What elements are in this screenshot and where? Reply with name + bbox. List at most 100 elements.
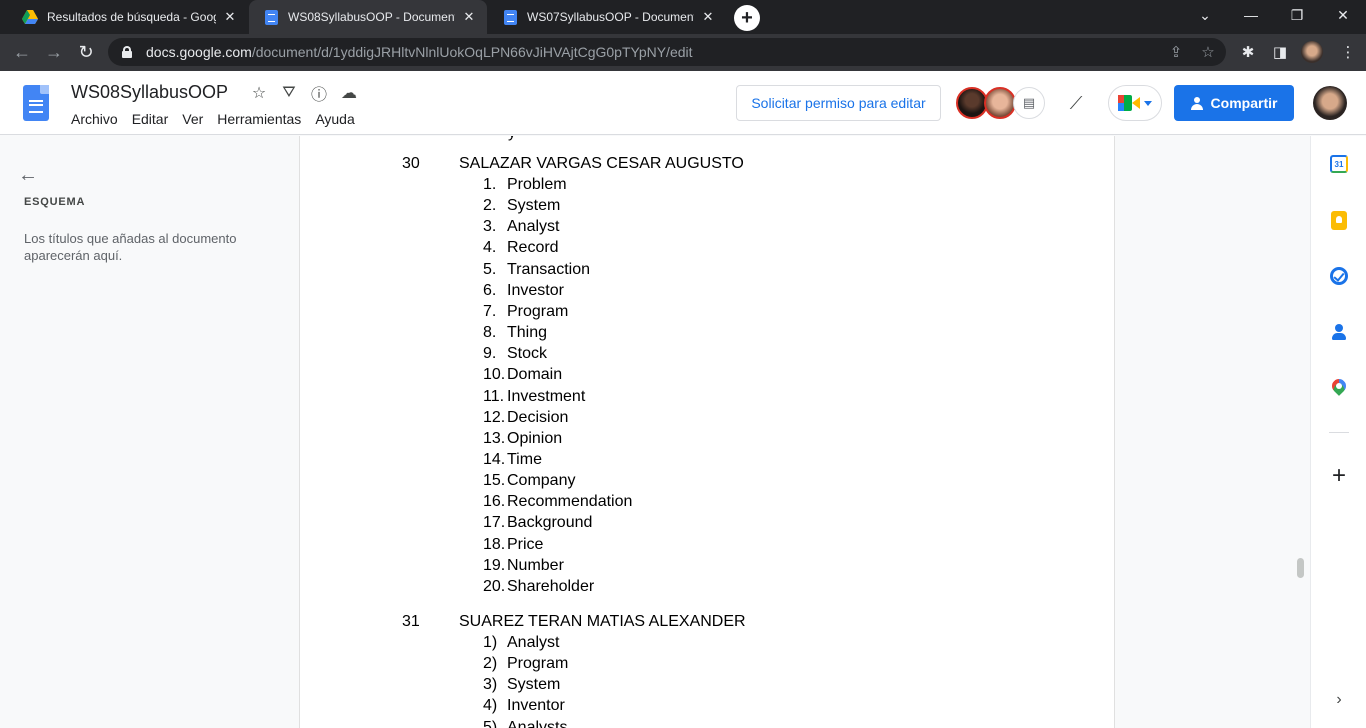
list-item-text: Shareholder bbox=[507, 577, 595, 595]
list-marker: 4) bbox=[483, 697, 498, 715]
list-item: 3) System bbox=[483, 676, 783, 697]
list-marker: 19. bbox=[483, 556, 506, 574]
student-name: SUAREZ TERAN MATIAS ALEXANDER bbox=[459, 613, 746, 630]
list-marker: 10. bbox=[483, 366, 506, 384]
list-item: 8. Thing bbox=[483, 324, 783, 345]
extensions-icon[interactable]: ✱ bbox=[1234, 38, 1262, 66]
address-bar[interactable]: docs.google.com/document/d/1yddigJRHltvN… bbox=[108, 38, 1226, 66]
list-marker: 3. bbox=[483, 218, 497, 236]
close-outline-arrow-icon[interactable]: ← bbox=[18, 164, 38, 187]
list-marker: 7. bbox=[483, 302, 497, 320]
forward-button[interactable]: → bbox=[40, 38, 68, 66]
google-docs-logo-icon[interactable] bbox=[23, 85, 49, 121]
list-item: 14. Time bbox=[483, 451, 783, 472]
back-button[interactable]: ← bbox=[8, 38, 36, 66]
expand-panel-chevron-icon[interactable]: › bbox=[1329, 690, 1349, 710]
browser-menu-icon[interactable]: ⋮ bbox=[1334, 38, 1362, 66]
menu-ver[interactable]: Ver bbox=[182, 111, 203, 127]
person-icon bbox=[1190, 96, 1203, 110]
share-page-icon[interactable]: ⇪ bbox=[1162, 38, 1190, 66]
list-marker: 6. bbox=[483, 281, 497, 299]
close-tab-icon[interactable]: ✕ bbox=[700, 9, 716, 25]
close-tab-icon[interactable]: ✕ bbox=[461, 9, 477, 25]
tab-ws07-document[interactable]: WS07SyllabusOOP - Documentos de Google ✕ bbox=[488, 0, 726, 34]
side-panel-icon[interactable]: ◨ bbox=[1266, 38, 1294, 66]
docs-header: WS08SyllabusOOP ☆ ⛛ ⓘ ☁ Archivo Editar V… bbox=[0, 71, 1366, 135]
new-tab-button[interactable]: + bbox=[734, 5, 760, 31]
list-marker: 16. bbox=[483, 493, 506, 511]
list-marker: 1) bbox=[483, 634, 498, 651]
restore-button[interactable]: ❐ bbox=[1274, 0, 1320, 30]
entry-number: 30 bbox=[402, 155, 420, 172]
list-item-text: Analysts bbox=[507, 718, 568, 728]
cloud-status-icon[interactable]: ☁ bbox=[334, 83, 364, 103]
drive-add-icon[interactable]: ⛛ bbox=[274, 83, 304, 103]
list-marker: 1. bbox=[483, 176, 497, 193]
menu-archivo[interactable]: Archivo bbox=[71, 111, 118, 127]
comments-icon[interactable]: ▤ bbox=[1013, 87, 1045, 119]
url-text: docs.google.com/document/d/1yddigJRHltvN… bbox=[146, 44, 693, 60]
bookmark-star-icon[interactable]: ☆ bbox=[1194, 38, 1222, 66]
vertical-scrollbar-thumb[interactable] bbox=[1297, 558, 1304, 578]
list-item-text: System bbox=[507, 197, 561, 215]
list-item-text: Background bbox=[507, 514, 593, 532]
account-avatar[interactable] bbox=[1313, 86, 1347, 120]
menu-editar[interactable]: Editar bbox=[132, 111, 169, 127]
star-icon[interactable]: ☆ bbox=[244, 83, 274, 103]
browser-tab-strip: Resultados de búsqueda - Google Drive ✕ … bbox=[0, 0, 1366, 34]
share-button[interactable]: Compartir bbox=[1174, 85, 1294, 121]
request-edit-button[interactable]: Solicitar permiso para editar bbox=[736, 85, 941, 121]
list-marker: 4. bbox=[483, 239, 497, 257]
list-item-text: Decision bbox=[507, 408, 569, 426]
tab-title: Resultados de búsqueda - Google Drive bbox=[47, 10, 216, 24]
list-marker: 18. bbox=[483, 535, 506, 553]
menu-bar: Archivo Editar Ver Herramientas Ayuda bbox=[71, 111, 369, 127]
list-marker: 5. bbox=[483, 260, 497, 278]
info-icon[interactable]: ⓘ bbox=[304, 83, 334, 104]
document-page[interactable]: y 30 SALAZAR VARGAS CESAR AUGUSTO 1. Proble… bbox=[299, 136, 1115, 728]
lock-icon[interactable] bbox=[122, 46, 132, 58]
profile-avatar[interactable] bbox=[1298, 38, 1326, 66]
list-item: 15. Company bbox=[483, 472, 783, 493]
list-marker: 3) bbox=[483, 676, 498, 694]
minimize-button[interactable]: — bbox=[1228, 0, 1274, 30]
list-item: 18. Price bbox=[483, 536, 783, 557]
keep-icon[interactable] bbox=[1329, 210, 1349, 230]
list-marker: 11. bbox=[483, 387, 505, 405]
list-item-text: Transaction bbox=[507, 260, 590, 278]
tab-ws08-document[interactable]: WS08SyllabusOOP - Documentos de Google ✕ bbox=[249, 0, 487, 34]
collaborator-avatar[interactable] bbox=[984, 87, 1016, 119]
close-window-button[interactable]: ✕ bbox=[1320, 0, 1366, 30]
maps-icon[interactable] bbox=[1329, 378, 1349, 398]
student-name: SALAZAR VARGAS CESAR AUGUSTO bbox=[459, 155, 744, 172]
activity-trend-icon[interactable]: ⟋ bbox=[1062, 91, 1090, 115]
document-title[interactable]: WS08SyllabusOOP bbox=[71, 82, 228, 103]
reload-button[interactable]: ↻ bbox=[72, 38, 100, 66]
list-item: 3. Analyst bbox=[483, 218, 783, 239]
list-item: 1) Analyst bbox=[483, 634, 783, 655]
list-marker: 8. bbox=[483, 324, 497, 342]
meet-button[interactable] bbox=[1108, 85, 1162, 121]
caret-down-icon bbox=[1144, 100, 1152, 106]
list-marker: 2) bbox=[483, 655, 498, 673]
list-marker: 2. bbox=[483, 197, 497, 215]
calendar-icon[interactable]: 31 bbox=[1329, 154, 1349, 174]
entry-number: 31 bbox=[402, 613, 420, 630]
list-item: 2. System bbox=[483, 197, 783, 218]
list-marker: 5) bbox=[483, 718, 498, 728]
add-addon-plus-icon[interactable]: + bbox=[1329, 462, 1349, 489]
list-item-text: Company bbox=[507, 472, 576, 490]
list-item: 20. Shareholder bbox=[483, 578, 783, 599]
tasks-icon[interactable] bbox=[1329, 266, 1349, 286]
outline-heading: ESQUEMA bbox=[24, 196, 86, 208]
close-tab-icon[interactable]: ✕ bbox=[222, 9, 238, 25]
list-item: 19. Number bbox=[483, 557, 783, 578]
menu-ayuda[interactable]: Ayuda bbox=[315, 111, 354, 127]
list-item-text: Stock bbox=[507, 345, 548, 363]
tab-search-chevron-icon[interactable]: ⌄ bbox=[1182, 0, 1228, 30]
list-item-text: Analyst bbox=[507, 218, 560, 236]
contacts-icon[interactable] bbox=[1329, 322, 1349, 342]
menu-herramientas[interactable]: Herramientas bbox=[217, 111, 301, 127]
tab-drive-search[interactable]: Resultados de búsqueda - Google Drive ✕ bbox=[8, 0, 248, 34]
list-marker: 9. bbox=[483, 345, 497, 363]
